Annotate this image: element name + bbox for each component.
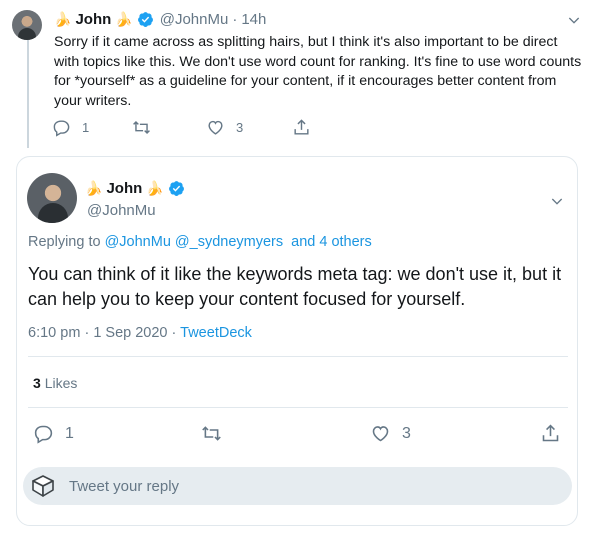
likes-label: Likes (44, 375, 78, 391)
replying-to-label: Replying to (28, 234, 101, 250)
likes-count: 3 (33, 375, 41, 391)
parent-tweet[interactable]: 🍌 John 🍌 @JohnMu · 14h Sorry if it came … (0, 0, 602, 150)
author-handle[interactable]: @JohnMu (160, 11, 229, 28)
reply-input-placeholder[interactable]: Tweet your reply (69, 478, 179, 495)
reply-button[interactable]: 1 (33, 423, 74, 444)
chevron-down-icon[interactable] (549, 193, 565, 209)
thread-line (27, 38, 29, 148)
share-button[interactable] (292, 118, 311, 137)
retweet-button[interactable] (201, 423, 222, 444)
reply-count: 1 (82, 120, 90, 135)
reply-icon (53, 120, 70, 137)
tweet-time[interactable]: 14h (241, 11, 266, 28)
tweet-date[interactable]: 1 Sep 2020 (93, 325, 167, 341)
replying-to-handles[interactable]: @JohnMu @_sydneymyers (105, 234, 284, 250)
banana-emoji: 🍌 (115, 11, 133, 27)
divider (28, 356, 568, 357)
tweet-client[interactable]: TweetDeck (180, 325, 252, 341)
reply-button[interactable]: 1 (52, 118, 132, 137)
replying-to-others[interactable]: and 4 others (291, 234, 372, 250)
retweet-button[interactable] (132, 118, 206, 137)
like-button[interactable]: 3 (370, 423, 411, 444)
avatar[interactable] (12, 10, 42, 40)
heart-icon (208, 120, 223, 135)
chevron-down-icon[interactable] (566, 12, 582, 28)
like-count: 3 (402, 424, 411, 442)
reply-composer[interactable]: Tweet your reply (23, 467, 572, 505)
reply-count: 1 (65, 424, 74, 442)
banana-emoji: 🍌 (146, 180, 164, 196)
focused-tweet-actions: 1 3 (33, 423, 565, 445)
divider (28, 407, 568, 408)
share-icon (542, 424, 559, 442)
share-icon (294, 119, 309, 135)
like-button[interactable]: 3 (206, 118, 292, 137)
focused-tweet: 🍌 John 🍌 @JohnMu Replying to @JohnMu @_s… (16, 156, 578, 526)
replying-to: Replying to @JohnMu @_sydneymyers and 4 … (28, 234, 372, 250)
parent-tweet-text: Sorry if it came across as splitting hai… (54, 34, 582, 109)
verified-badge-icon (137, 12, 153, 27)
banana-emoji: 🍌 (85, 180, 103, 196)
verified-badge-icon (168, 181, 184, 196)
retweet-icon (202, 426, 221, 441)
reply-icon (34, 425, 53, 444)
default-avatar-icon (32, 475, 54, 497)
banana-emoji: 🍌 (54, 11, 72, 27)
author-name[interactable]: John (75, 11, 111, 28)
focused-tweet-header: 🍌 John 🍌 (85, 180, 185, 197)
author-handle[interactable]: @JohnMu (87, 202, 156, 219)
separator-dot: · (84, 325, 90, 341)
heart-icon (372, 426, 389, 442)
author-name[interactable]: John (106, 180, 142, 197)
like-count: 3 (236, 120, 244, 135)
parent-tweet-actions: 1 3 (52, 118, 311, 137)
avatar[interactable] (27, 173, 77, 223)
separator-dot: · (171, 325, 177, 341)
focused-tweet-text: You can think of it like the keywords me… (28, 264, 562, 309)
likes-summary[interactable]: 3 Likes (33, 375, 77, 391)
retweet-icon (133, 120, 150, 135)
share-button[interactable] (540, 423, 561, 444)
tweet-timestamp: 6:10 pm · 1 Sep 2020 · TweetDeck (28, 325, 252, 341)
tweet-time[interactable]: 6:10 pm (28, 325, 80, 341)
parent-tweet-header: 🍌 John 🍌 @JohnMu · 14h (54, 11, 266, 28)
separator-dot: · (232, 11, 238, 28)
